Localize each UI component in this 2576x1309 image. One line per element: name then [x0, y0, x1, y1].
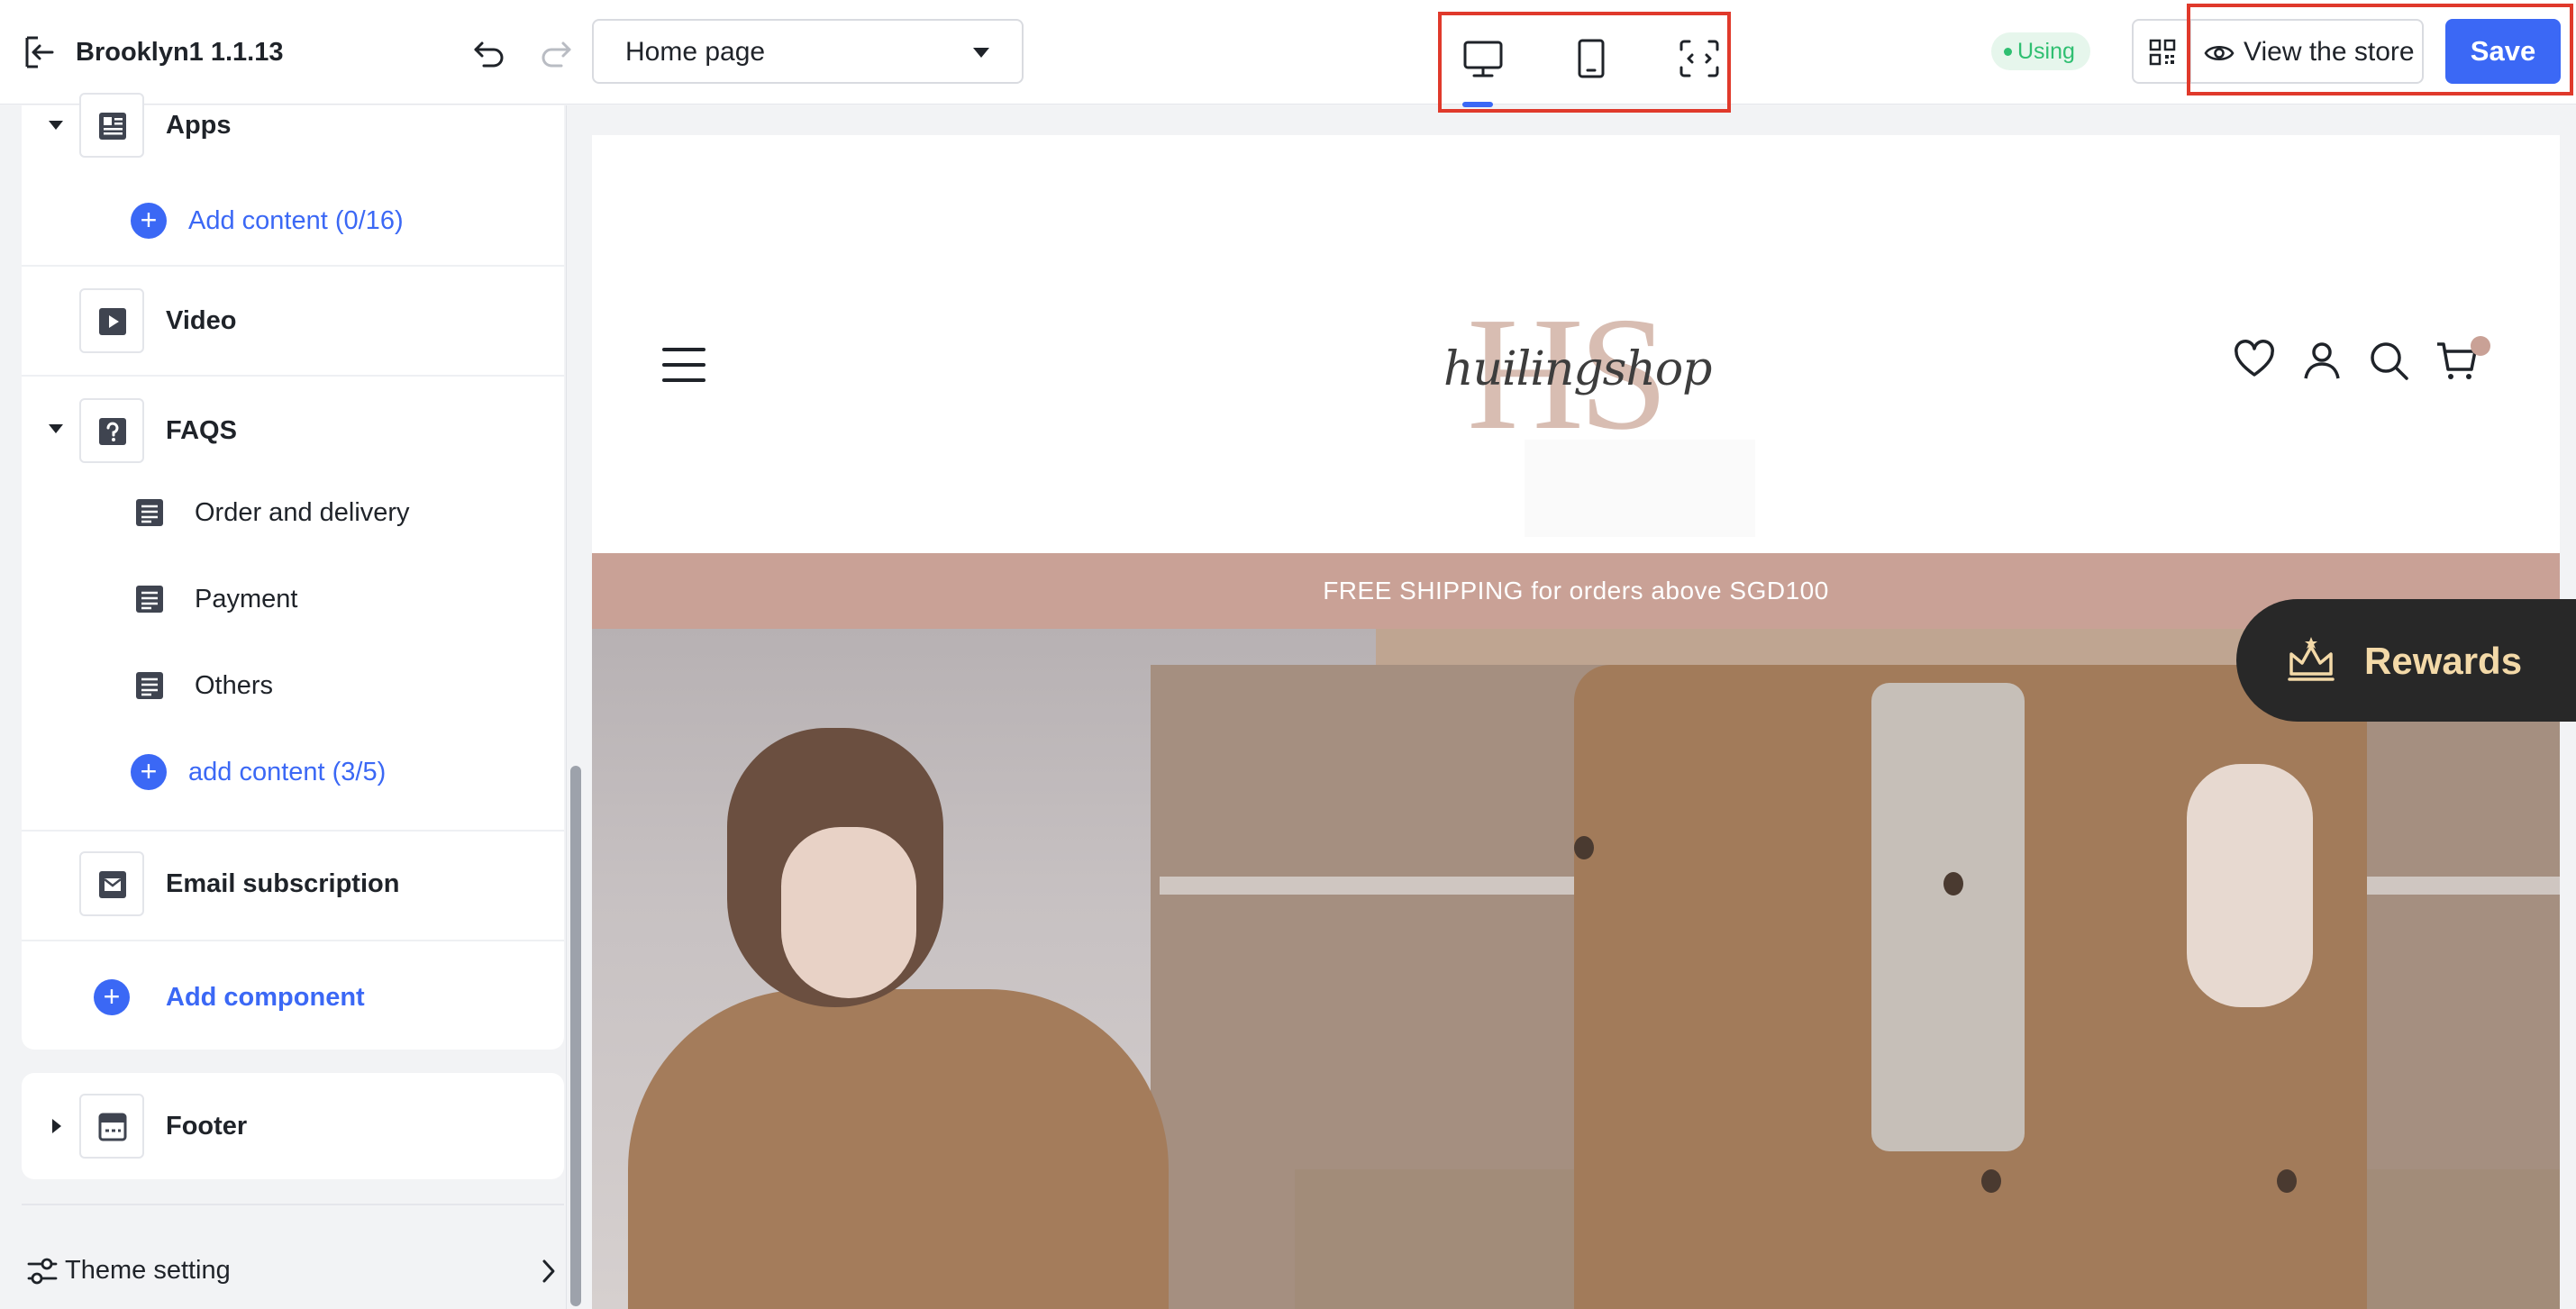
footer-icon	[98, 1113, 127, 1141]
account-icon[interactable]	[2300, 339, 2344, 382]
actions-highlight-box	[2187, 4, 2573, 95]
logo-shadow	[1525, 440, 1755, 537]
hero-coat-gap	[1871, 683, 2025, 1151]
plus-icon[interactable]: +	[94, 979, 130, 1015]
chevron-right-icon	[542, 1259, 555, 1283]
settings-sliders-icon	[27, 1258, 58, 1285]
component-box[interactable]	[79, 1094, 144, 1159]
divider	[22, 1204, 564, 1205]
status-badge: Using	[1991, 32, 2090, 70]
plus-icon[interactable]: +	[131, 754, 167, 790]
video-icon	[99, 308, 126, 335]
add-content-link[interactable]: add content (3/5)	[188, 756, 386, 788]
menu-icon[interactable]	[662, 348, 705, 382]
page-selector-dropdown[interactable]: Home page	[592, 19, 1024, 84]
sections-card: Apps + Add content (0/16) Video FAQS Ord…	[22, 93, 564, 1050]
faq-item[interactable]: Payment	[195, 583, 297, 615]
section-label[interactable]: Video	[166, 305, 236, 337]
status-text: Using	[2017, 39, 2075, 64]
coat-button	[1943, 872, 1963, 895]
hero-image[interactable]	[592, 629, 2560, 1309]
section-label[interactable]: FAQS	[166, 414, 237, 447]
rewards-button[interactable]: Rewards	[2236, 599, 2576, 722]
active-device-indicator	[1462, 102, 1493, 107]
store-preview: HS huilingshop FREE SHIPPING for orders …	[592, 135, 2560, 1309]
text-block-icon	[136, 499, 163, 526]
redo-icon[interactable]	[538, 34, 574, 70]
text-block-icon	[136, 672, 163, 699]
device-switcher	[1438, 12, 1731, 113]
desktop-icon	[1463, 41, 1503, 77]
exit-icon[interactable]	[22, 34, 58, 70]
sidebar-scrollbar-thumb[interactable]	[570, 766, 581, 1306]
section-email-subscription[interactable]: Email subscription	[22, 832, 564, 938]
search-icon[interactable]	[2367, 339, 2410, 382]
component-box[interactable]	[79, 288, 144, 353]
coat-button	[1574, 836, 1594, 859]
tablet-icon	[1578, 39, 1605, 78]
heart-icon[interactable]	[2233, 339, 2276, 382]
faq-item[interactable]: Order and delivery	[195, 496, 410, 529]
hero-model-coat	[628, 989, 1169, 1309]
section-label[interactable]: Apps	[166, 109, 232, 141]
theme-setting-row[interactable]: Theme setting	[22, 1236, 564, 1308]
plus-icon[interactable]: +	[131, 203, 167, 239]
chevron-down-icon	[973, 48, 989, 58]
add-content-link[interactable]: Add content (0/16)	[188, 205, 404, 237]
fullscreen-view-button[interactable]	[1676, 35, 1723, 82]
qr-code-button[interactable]	[2132, 19, 2191, 84]
chevron-right-icon[interactable]	[52, 1119, 61, 1133]
add-component-row[interactable]: + Add component	[22, 941, 564, 1050]
faq-icon	[99, 418, 126, 445]
store-header: HS huilingshop	[592, 135, 2560, 553]
coat-button	[2277, 1169, 2297, 1193]
chevron-down-icon[interactable]	[49, 424, 63, 433]
component-box[interactable]	[79, 398, 144, 463]
component-box[interactable]	[79, 93, 144, 158]
logo-script: huilingshop	[1443, 342, 1712, 396]
section-faqs: FAQS Order and delivery Payment Others +…	[22, 377, 564, 827]
hero-model-face	[781, 827, 916, 998]
store-logo[interactable]: HS huilingshop	[1443, 293, 1714, 455]
rewards-label: Rewards	[2364, 640, 2523, 682]
section-label[interactable]: Email subscription	[166, 868, 399, 900]
coat-button	[1981, 1169, 2001, 1193]
text-block-icon	[136, 586, 163, 613]
desktop-view-button[interactable]	[1460, 35, 1506, 82]
section-video[interactable]: Video	[22, 267, 564, 375]
email-icon	[99, 871, 126, 898]
top-bar: Brooklyn1 1.1.13 Home page Using View th…	[0, 0, 2576, 113]
tablet-view-button[interactable]	[1568, 35, 1615, 82]
status-dot	[2004, 48, 2012, 56]
cart-badge	[2471, 336, 2490, 356]
add-component-link[interactable]: Add component	[166, 981, 365, 1014]
footer-label[interactable]: Footer	[166, 1110, 247, 1142]
page-selector-value: Home page	[625, 37, 766, 67]
section-apps: Apps + Add content (0/16)	[22, 93, 564, 268]
apps-icon	[99, 113, 126, 140]
footer-card[interactable]: Footer	[22, 1073, 564, 1179]
theme-setting-label: Theme setting	[65, 1256, 231, 1285]
qr-code-icon	[2149, 39, 2176, 66]
component-box[interactable]	[79, 851, 144, 916]
crown-icon	[2288, 637, 2335, 681]
chevron-down-icon[interactable]	[49, 121, 63, 130]
sidebar: Apps + Add content (0/16) Video FAQS Ord…	[0, 93, 564, 1309]
undo-icon[interactable]	[471, 34, 507, 70]
theme-name: Brooklyn1 1.1.13	[76, 38, 284, 67]
hero-hand	[2187, 764, 2313, 1007]
faq-item[interactable]: Others	[195, 669, 273, 702]
fullscreen-icon	[1679, 40, 1719, 77]
